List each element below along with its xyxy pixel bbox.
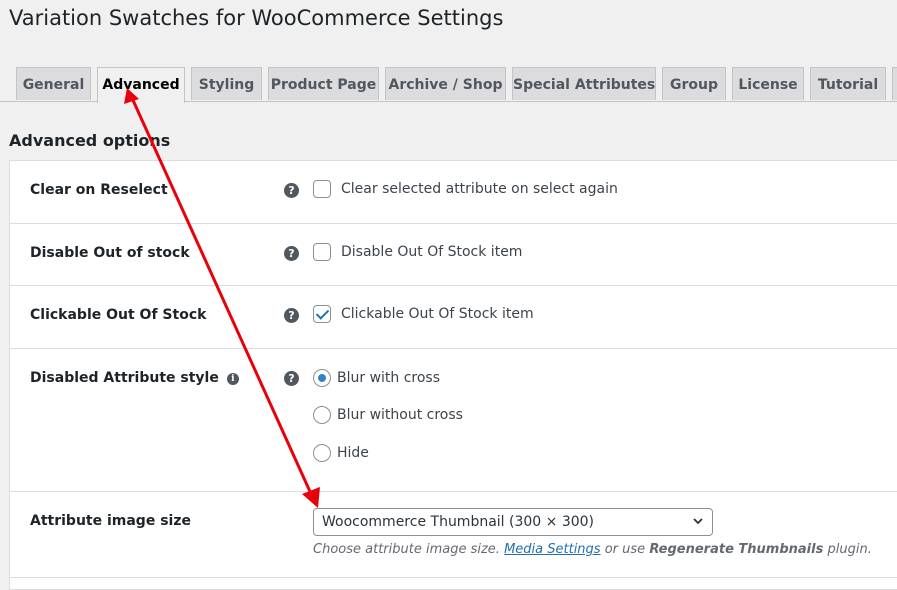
clear-on-reselect-checkbox-label: Clear selected attribute on select again [341,181,618,197]
radio-button[interactable] [313,444,331,462]
description-prefix: Choose attribute image size. [313,542,500,557]
clickable-out-of-stock-field[interactable]: Clickable Out Of Stock item [313,305,534,323]
disabled-attribute-style-label-wrap: Disabled Attribute style i [30,370,239,386]
radio-option-label: Blur with cross [337,370,441,386]
tab-overflow[interactable] [892,67,897,100]
help-icon[interactable]: ? [284,371,299,386]
help-icon[interactable]: ? [284,183,299,198]
clear-on-reselect-field[interactable]: Clear selected attribute on select again [313,180,618,198]
regenerate-thumbnails-plugin-name: Regenerate Thumbnails [649,542,824,557]
radio-button[interactable] [313,369,331,387]
clickable-out-of-stock-checkbox[interactable] [313,305,331,323]
section-title: Advanced options [9,131,171,150]
radio-option-hide[interactable]: Hide [313,444,369,462]
row-clickable-out-of-stock: Clickable Out Of Stock ? Clickable Out O… [10,286,897,349]
row-disable-out-of-stock: Disable Out of stock ? Disable Out Of St… [10,224,897,286]
info-icon[interactable]: i [226,373,239,385]
disabled-attribute-style-label: Disabled Attribute style [30,370,219,386]
radio-option-blur-with-cross[interactable]: Blur with cross [313,369,440,387]
help-icon[interactable]: ? [284,308,299,323]
clear-on-reselect-label: Clear on Reselect [30,182,168,198]
description-middle: or use [604,542,646,557]
tab-general[interactable]: General [16,67,91,100]
clear-on-reselect-checkbox[interactable] [313,180,331,198]
clickable-out-of-stock-checkbox-label: Clickable Out Of Stock item [341,306,534,322]
row-disabled-attribute-style: Disabled Attribute style i ? Blur with cr… [10,349,897,492]
disable-out-of-stock-checkbox[interactable] [313,243,331,261]
tab-special-attributes[interactable]: Special Attributes [512,67,656,100]
attribute-image-size-description: Choose attribute image size. Media Setti… [313,542,872,557]
tab-product-page[interactable]: Product Page [268,67,379,100]
tab-styling[interactable]: Styling [191,67,262,100]
radio-option-label: Blur without cross [337,407,463,423]
attribute-image-size-label: Attribute image size [30,513,191,529]
media-settings-link[interactable]: Media Settings [504,542,601,557]
radio-button[interactable] [313,406,331,424]
attribute-image-size-select[interactable]: Woocommerce Thumbnail (300 × 300) [313,508,713,536]
clickable-out-of-stock-label: Clickable Out Of Stock [30,307,207,323]
tab-license[interactable]: License [732,67,804,100]
settings-tabs: General Advanced Styling Product Page Ar… [0,67,897,103]
description-suffix: plugin. [827,542,872,557]
row-clear-on-reselect: Clear on Reselect ? Clear selected attri… [10,161,897,224]
tab-group[interactable]: Group [662,67,726,100]
tab-advanced[interactable]: Advanced [97,67,185,103]
advanced-options-panel: Clear on Reselect ? Clear selected attri… [9,160,897,590]
row-attribute-image-size: Attribute image size Woocommerce Thumbna… [10,492,897,578]
page-title: Variation Swatches for WooCommerce Setti… [9,6,504,30]
disable-out-of-stock-label: Disable Out of stock [30,245,190,261]
tab-archive-shop[interactable]: Archive / Shop [385,67,506,100]
tab-tutorial[interactable]: Tutorial [810,67,886,100]
disable-out-of-stock-checkbox-label: Disable Out Of Stock item [341,244,523,260]
disable-out-of-stock-field[interactable]: Disable Out Of Stock item [313,243,522,261]
radio-option-label: Hide [337,445,369,461]
attribute-image-size-value: Woocommerce Thumbnail (300 × 300) [322,514,595,530]
help-icon[interactable]: ? [284,246,299,261]
chevron-down-icon [693,518,703,525]
radio-option-blur-without-cross[interactable]: Blur without cross [313,406,463,424]
